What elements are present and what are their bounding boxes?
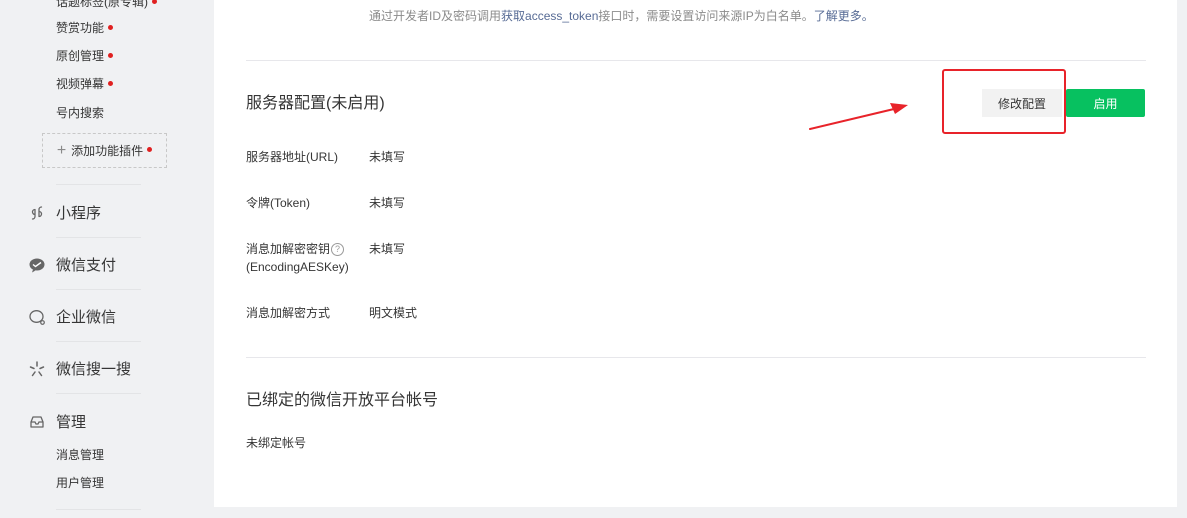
encoding-key-label-line2: (EncodingAESKey) <box>246 260 349 274</box>
mini-program-icon <box>28 204 46 222</box>
ip-whitelist-notice: 通过开发者ID及密码调用获取access_token接口时，需要设置访问来源IP… <box>369 7 874 24</box>
sidebar-item-label: 赞赏功能 <box>56 21 105 35</box>
sidebar: 话题标签(原专辑) 赞赏功能 原创管理 视频弹幕 号内搜索 + 添加功能插件 小… <box>0 0 200 518</box>
new-dot-icon <box>147 147 153 152</box>
server-url-label: 服务器地址(URL) <box>246 150 338 164</box>
divider <box>56 341 141 342</box>
sidebar-item-search[interactable]: 号内搜索 <box>56 105 104 121</box>
server-url-value: 未填写 <box>369 150 406 164</box>
new-dot-icon <box>108 25 114 31</box>
sidebar-section-management[interactable]: 管理 <box>28 411 86 432</box>
server-config-title: 服务器配置(未启用) <box>246 95 385 112</box>
add-plugin-button[interactable]: + 添加功能插件 <box>42 133 167 168</box>
sidebar-section-label: 小程序 <box>56 205 102 222</box>
sidebar-item-label: 视频弹幕 <box>56 77 105 91</box>
highlight-box <box>942 69 1066 134</box>
sidebar-item-topic-tags[interactable]: 话题标签(原专辑) <box>56 0 157 10</box>
encryption-mode-value: 明文模式 <box>369 306 418 320</box>
enable-button[interactable]: 启用 <box>1066 89 1145 117</box>
add-plugin-label: 添加功能插件 <box>71 144 144 158</box>
plus-icon: + <box>56 141 67 159</box>
new-dot-icon <box>108 81 114 87</box>
sidebar-section-label: 管理 <box>56 414 87 431</box>
management-icon <box>28 413 46 431</box>
sidebar-item-label: 话题标签(原专辑) <box>56 0 148 9</box>
divider <box>56 237 141 238</box>
help-icon[interactable]: ? <box>331 243 345 257</box>
sidebar-section-label: 微信搜一搜 <box>56 361 132 378</box>
new-dot-icon <box>152 0 157 5</box>
sidebar-section-wechat-search[interactable]: 微信搜一搜 <box>28 358 131 379</box>
work-wechat-icon <box>28 308 46 326</box>
encryption-mode-label: 消息加解密方式 <box>246 306 331 320</box>
wechat-search-icon <box>28 360 46 378</box>
divider <box>56 509 141 510</box>
divider <box>56 393 141 394</box>
divider <box>246 60 1146 61</box>
sidebar-section-work-wechat[interactable]: 企业微信 <box>28 306 116 327</box>
notice-text: 接口时，需要设置访问来源IP为白名单。 <box>598 9 814 23</box>
encoding-key-value: 未填写 <box>369 242 406 256</box>
sidebar-item-label: 原创管理 <box>56 49 105 63</box>
learn-more-link[interactable]: 了解更多。 <box>814 9 874 23</box>
sidebar-section-wechat-pay[interactable]: 微信支付 <box>28 254 116 275</box>
encoding-key-label: 消息加解密密钥? (EncodingAESKey) <box>246 240 349 276</box>
sidebar-item-user-management[interactable]: 用户管理 <box>56 475 104 491</box>
divider <box>56 289 141 290</box>
sidebar-item-label: 用户管理 <box>56 476 105 490</box>
token-label: 令牌(Token) <box>246 196 311 210</box>
divider <box>56 184 141 185</box>
sidebar-item-original[interactable]: 原创管理 <box>56 48 114 64</box>
bound-accounts-title: 已绑定的微信开放平台帐号 <box>246 392 439 409</box>
sidebar-item-label: 号内搜索 <box>56 106 105 120</box>
sidebar-section-label: 微信支付 <box>56 257 117 274</box>
sidebar-item-message-management[interactable]: 消息管理 <box>56 447 104 463</box>
sidebar-section-label: 企业微信 <box>56 309 117 326</box>
new-dot-icon <box>108 53 114 59</box>
bound-accounts-value: 未绑定帐号 <box>246 436 307 450</box>
notice-text: 通过开发者ID及密码调用 <box>369 9 502 23</box>
encoding-key-label-line1: 消息加解密密钥 <box>246 242 331 256</box>
access-token-link[interactable]: 获取access_token <box>501 9 598 23</box>
divider <box>246 357 1146 358</box>
sidebar-item-appreciation[interactable]: 赞赏功能 <box>56 20 114 36</box>
sidebar-section-mini-program[interactable]: 小程序 <box>28 202 101 223</box>
sidebar-item-label: 消息管理 <box>56 448 105 462</box>
wechat-pay-icon <box>28 256 46 274</box>
sidebar-item-video-danmaku[interactable]: 视频弹幕 <box>56 76 114 92</box>
red-arrow-icon <box>809 103 908 130</box>
token-value: 未填写 <box>369 196 406 210</box>
